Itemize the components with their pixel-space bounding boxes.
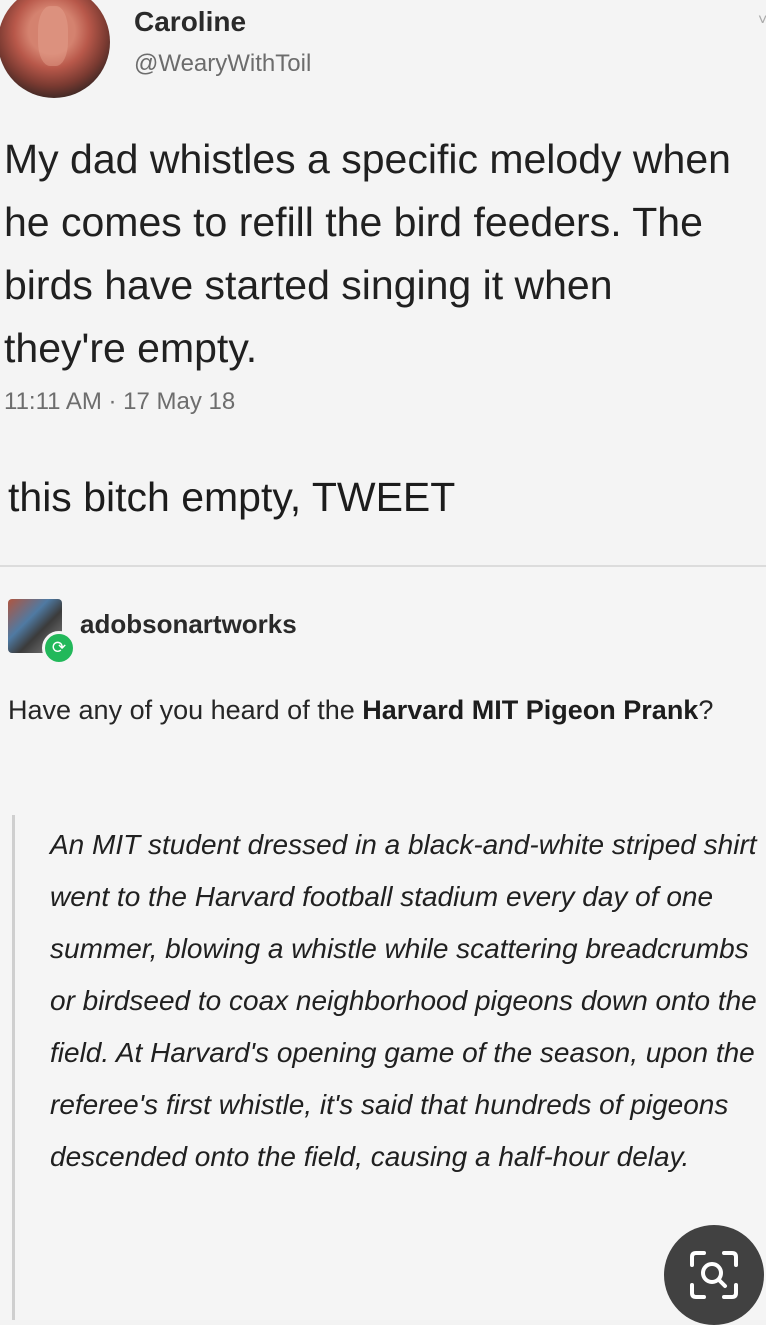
post-intro: Have any of you heard of the Harvard MIT… — [8, 687, 728, 733]
meme-caption: this bitch empty, TWEET — [8, 474, 456, 520]
reblog-icon: ⟳ — [42, 631, 76, 665]
post-intro-text: Have any of you heard of the — [8, 695, 363, 725]
visual-search-icon[interactable] — [664, 1225, 764, 1325]
search-lens-icon — [690, 1251, 738, 1299]
blockquote-bar — [12, 815, 15, 1320]
tweet-author-name[interactable]: Caroline — [134, 6, 246, 38]
chevron-down-icon[interactable]: ˅ — [758, 12, 766, 29]
tweet-text: My dad whistles a specific melody when h… — [4, 136, 731, 371]
tumblr-post: ⟳ adobsonartworks Have any of you heard … — [0, 567, 766, 1320]
post-intro-bold: Harvard MIT Pigeon Prank — [362, 695, 699, 725]
tweet-avatar[interactable] — [0, 0, 110, 98]
tweet-timestamp[interactable]: 11:11 AM · 17 May 18 — [4, 388, 235, 416]
blockquote-text: An MIT student dressed in a black-and-wh… — [50, 829, 757, 1172]
tweet-author-handle[interactable]: @WearyWithToil — [134, 50, 311, 78]
post-intro-end: ? — [698, 695, 714, 725]
post-username[interactable]: adobsonartworks — [80, 609, 297, 640]
tweet-card: Caroline @WearyWithToil ˅ My dad whistle… — [0, 0, 766, 565]
